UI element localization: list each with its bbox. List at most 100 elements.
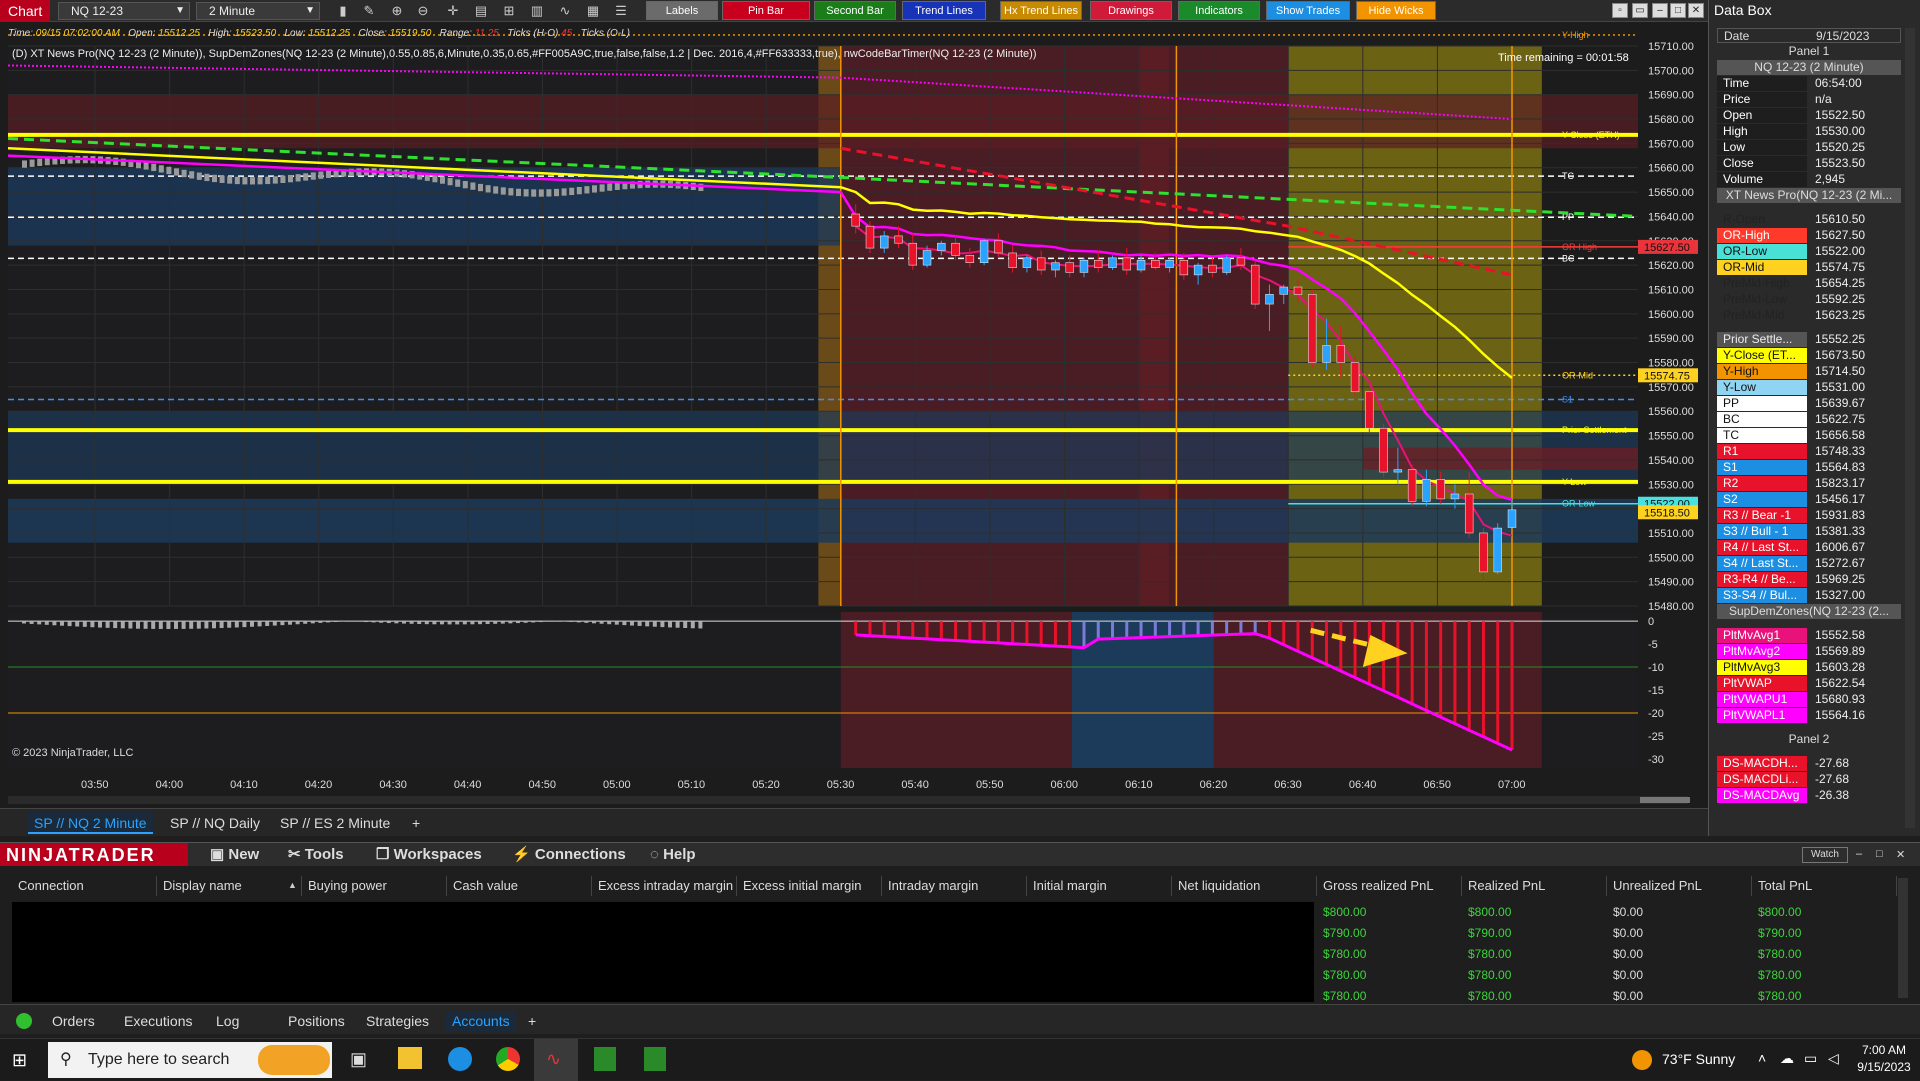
column-header-net-liquidation[interactable]: Net liquidation: [1172, 876, 1317, 896]
chrome-icon[interactable]: [496, 1047, 520, 1071]
watch-button[interactable]: Watch: [1802, 847, 1848, 863]
tab-log[interactable]: Log: [216, 1011, 239, 1031]
chart-window-title: Chart: [0, 0, 50, 22]
column-header-initial-margin[interactable]: Initial margin: [1027, 876, 1172, 896]
app-icon[interactable]: [644, 1047, 666, 1071]
menu-tools[interactable]: ✂ Tools: [288, 846, 344, 864]
maximize-icon[interactable]: □: [1670, 3, 1686, 18]
macd-histogram-bar: [1339, 621, 1342, 671]
add-tab-button[interactable]: +: [406, 812, 426, 834]
search-icon: ⚲: [60, 1042, 72, 1078]
menu-help[interactable]: ◌ Help: [650, 846, 696, 864]
task-view-icon[interactable]: ▣: [350, 1049, 367, 1070]
chart-area[interactable]: Y-HighY-Close (ETH)TCPPOR-HighBCOR-MidS1…: [0, 22, 1708, 808]
column-header-unrealized-pnl[interactable]: Unrealized PnL: [1607, 876, 1752, 896]
candle: [923, 251, 931, 266]
menu-connections[interactable]: ⚡ Connections: [512, 846, 626, 864]
indicators-icon[interactable]: ∿: [556, 2, 574, 20]
candle: [980, 241, 988, 263]
zoom-in-icon[interactable]: ⊕: [388, 2, 406, 20]
macd-histogram-bar: [432, 621, 436, 624]
tab-nq-2-minute[interactable]: SP // NQ 2 Minute: [28, 812, 153, 834]
close-icon[interactable]: ✕: [1896, 848, 1910, 862]
candle: [852, 214, 860, 226]
toolbar-indicators-button[interactable]: Indicators: [1178, 1, 1260, 20]
toolbar-drawings-button[interactable]: Drawings: [1090, 1, 1172, 20]
column-header-buying-power[interactable]: Buying power: [302, 876, 447, 896]
tab-orders[interactable]: Orders: [52, 1011, 95, 1031]
crosshair-icon[interactable]: ✛: [444, 2, 462, 20]
databox-pivot-row-value: 15931.83: [1811, 508, 1901, 523]
column-header-display-name[interactable]: Display name: [157, 876, 302, 896]
tab-accounts[interactable]: Accounts: [446, 1011, 516, 1031]
candle: [258, 177, 263, 184]
pencil-icon[interactable]: ✎: [360, 2, 378, 20]
edge-icon[interactable]: [448, 1047, 472, 1071]
volume-icon[interactable]: ◁: [1828, 1050, 1839, 1067]
clock-date[interactable]: 9/15/2023: [1852, 1060, 1916, 1074]
column-header-total-pnl[interactable]: Total PnL: [1752, 876, 1897, 896]
cloud-icon[interactable]: ☁: [1780, 1050, 1794, 1067]
bar-style-icon[interactable]: ▮: [334, 2, 352, 20]
app-icon[interactable]: [594, 1047, 616, 1071]
tab-positions[interactable]: Positions: [288, 1011, 345, 1031]
sort-arrow-icon[interactable]: ▲: [288, 880, 297, 890]
databox-pivot-row: TC15656.58: [1717, 428, 1901, 443]
price-chart[interactable]: Y-HighY-Close (ETH)TCPPOR-HighBCOR-MidS1…: [0, 22, 1708, 808]
menu-workspaces[interactable]: ❐ Workspaces: [376, 846, 482, 864]
toolbar-pin-bar-button[interactable]: Pin Bar: [722, 1, 810, 20]
clock-time[interactable]: 7:00 AM: [1856, 1043, 1912, 1057]
column-header-realized-pnl[interactable]: Realized PnL: [1462, 876, 1607, 896]
databox-scrollbar[interactable]: [1905, 28, 1915, 828]
menu-new[interactable]: ▣ New: [210, 846, 259, 864]
toolbar-hx-trend-lines-button[interactable]: Hx Trend Lines: [1000, 1, 1082, 20]
network-icon[interactable]: ▭: [1804, 1050, 1817, 1067]
maximize-icon[interactable]: □: [1876, 848, 1890, 862]
tab-es-2-minute[interactable]: SP // ES 2 Minute: [274, 812, 396, 834]
interval-selector[interactable]: 2 Minute▼: [196, 2, 320, 20]
tab-strategies[interactable]: Strategies: [366, 1011, 429, 1031]
column-header-connection[interactable]: Connection: [12, 876, 157, 896]
toolbar-trend-lines-button[interactable]: Trend Lines: [902, 1, 986, 20]
column-header-intraday-margin[interactable]: Intraday margin: [882, 876, 1027, 896]
toolbar-labels-button[interactable]: Labels: [646, 1, 718, 20]
tile-icon[interactable]: ▭: [1632, 3, 1648, 18]
accounts-scrollbar[interactable]: [1898, 878, 1908, 998]
toolbar-hide-wicks-button[interactable]: Hide Wicks: [1356, 1, 1436, 20]
zoom-out-icon[interactable]: ⊖: [414, 2, 432, 20]
weather-text[interactable]: 73°F Sunny: [1662, 1051, 1735, 1067]
databox-pivot-row: S3 // Bull - 115381.33: [1717, 524, 1901, 539]
close-icon[interactable]: ✕: [1688, 3, 1704, 18]
properties-icon[interactable]: ▤: [472, 2, 490, 20]
column-header-excess-intraday-margin[interactable]: Excess intraday margin: [592, 876, 737, 896]
databox-ohlc-row-label: Time: [1717, 76, 1807, 91]
toolbar-show-trades-button[interactable]: Show Trades: [1266, 1, 1350, 20]
ninjatrader-taskbar-icon[interactable]: ∿: [534, 1039, 578, 1081]
column-header-cash-value[interactable]: Cash value: [447, 876, 592, 896]
file-explorer-icon[interactable]: [398, 1047, 422, 1069]
column-header-gross-realized-pnl[interactable]: Gross realized PnL: [1317, 876, 1462, 896]
add-tab-button[interactable]: +: [528, 1011, 536, 1031]
tray-chevron-icon[interactable]: ˄: [1758, 1050, 1766, 1066]
databox-level-row-value: 15627.50: [1811, 228, 1901, 243]
windows-start-icon[interactable]: ⊞: [12, 1049, 34, 1071]
instrument-selector[interactable]: NQ 12-23▼: [58, 2, 190, 20]
databox-ohlc-row-value: 15530.00: [1811, 124, 1901, 139]
minimize-icon[interactable]: –: [1652, 3, 1668, 18]
strategies-icon[interactable]: ▥: [528, 2, 546, 20]
databox-pivot-row-value: 15622.75: [1811, 412, 1901, 427]
column-header-excess-initial-margin[interactable]: Excess initial margin: [737, 876, 882, 896]
templates-icon[interactable]: ⊞: [500, 2, 518, 20]
snap-icon[interactable]: ▫: [1612, 3, 1628, 18]
data-box-icon[interactable]: ☰: [612, 2, 630, 20]
databox-pivot-row-label: S3 // Bull - 1: [1717, 524, 1807, 539]
level-label: Prior Settlement: [1562, 425, 1627, 435]
minimize-icon[interactable]: –: [1856, 848, 1870, 862]
toolbar-second-bar-button[interactable]: Second Bar: [814, 1, 896, 20]
databox-instrument-header: NQ 12-23 (2 Minute): [1717, 60, 1901, 75]
macd-histogram-bar: [592, 621, 596, 623]
tab-executions[interactable]: Executions: [124, 1011, 192, 1031]
tab-nq-daily[interactable]: SP // NQ Daily: [164, 812, 266, 834]
close-value: 15519.50: [390, 28, 432, 39]
chart-trader-icon[interactable]: ▦: [584, 2, 602, 20]
